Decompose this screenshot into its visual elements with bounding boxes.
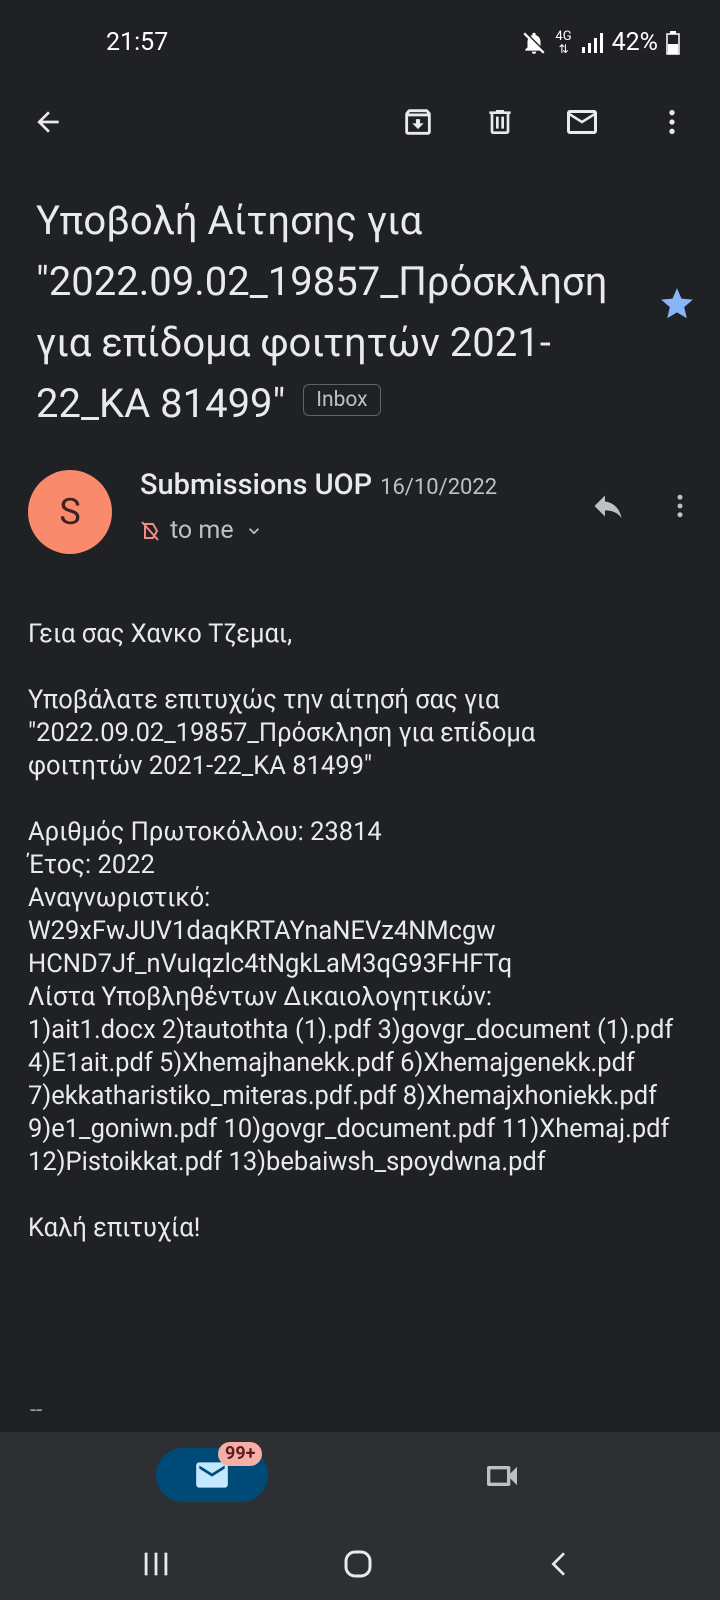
email-subject: Υποβολή Αίτησης για "2022.09.02_19857_Πρ… (36, 190, 636, 434)
star-button[interactable] (658, 285, 696, 327)
battery-percent: 42% (611, 28, 658, 57)
details-block: Αριθμός Πρωτοκόλλου: 23814 Έτος: 2022 Αν… (28, 816, 708, 1179)
archive-icon (405, 109, 431, 135)
identifier-label: Αναγνωριστικό: (28, 883, 211, 913)
signal-icon (580, 31, 604, 55)
recipient-details-toggle[interactable]: to me (140, 516, 264, 545)
closing: Καλή επιτυχία! (28, 1213, 201, 1243)
documents-list: 1)ait1.docx 2)tautothta (1).pdf 3)govgr_… (28, 1015, 674, 1177)
year: Έτος: 2022 (28, 850, 155, 880)
email-date: 16/10/2022 (380, 475, 498, 500)
trash-icon (489, 110, 511, 134)
unread-count-badge: 99+ (218, 1442, 263, 1466)
email-body: Γεια σας Χανκο Τζεμαι, Υποβάλατε επιτυχώ… (28, 618, 708, 1278)
greeting: Γεια σας Χανκο Τζεμαι, (28, 619, 293, 649)
importance-marker-icon (141, 520, 159, 541)
home-icon (344, 1550, 372, 1578)
more-vert-icon (677, 494, 683, 518)
delete-button[interactable] (476, 98, 524, 146)
status-time: 21:57 (106, 28, 169, 57)
battery-icon (666, 30, 680, 55)
mark-unread-button[interactable] (558, 98, 606, 146)
intro-text: Υποβάλατε επιτυχώς την αίτησή σας για "2… (28, 685, 536, 781)
network-4g-icon: 4G ⇅ (555, 28, 572, 56)
mute-icon (521, 30, 547, 56)
sender-name: Submissions UOP (140, 468, 373, 502)
chevron-left-icon (551, 1552, 565, 1576)
mail-icon (567, 110, 597, 134)
status-icons: 4G ⇅ 42% (521, 28, 680, 57)
protocol-number: Αριθμός Πρωτοκόλλου: 23814 (28, 817, 382, 847)
signature-separator: -- (30, 1398, 43, 1423)
recent-apps-button[interactable] (132, 1540, 180, 1588)
video-camera-icon (487, 1466, 517, 1486)
avatar[interactable]: S (28, 470, 112, 554)
home-button[interactable] (334, 1540, 382, 1588)
message-more-button[interactable] (660, 482, 700, 530)
reply-button[interactable] (584, 482, 632, 530)
back-button[interactable] (24, 98, 72, 146)
more-vert-icon (669, 110, 675, 134)
inbox-label-chip[interactable]: Inbox (303, 384, 381, 417)
identifier-value-2: HCND7Jf_nVuIqzlc4tNgkLaM3qG93FHFTq (28, 949, 513, 979)
sender-header: Submissions UOP 16/10/2022 (140, 468, 497, 502)
archive-button[interactable] (394, 98, 442, 146)
more-options-button[interactable] (652, 98, 692, 146)
system-back-button[interactable] (536, 1540, 584, 1588)
star-icon (661, 288, 693, 319)
network-label: 4G (555, 28, 572, 44)
reply-icon (594, 495, 622, 518)
recipient-label: to me (170, 516, 234, 545)
arrow-back-icon (37, 111, 59, 133)
recent-apps-icon (144, 1552, 168, 1576)
chevron-down-icon (248, 527, 259, 534)
meet-tab[interactable] (478, 1452, 526, 1500)
documents-label: Λίστα Υποβληθέντων Δικαιολογητικών: (28, 982, 493, 1012)
identifier-value-1: W29xFwJUV1daqKRTAYnaNEVz4NMcgw (28, 916, 496, 946)
